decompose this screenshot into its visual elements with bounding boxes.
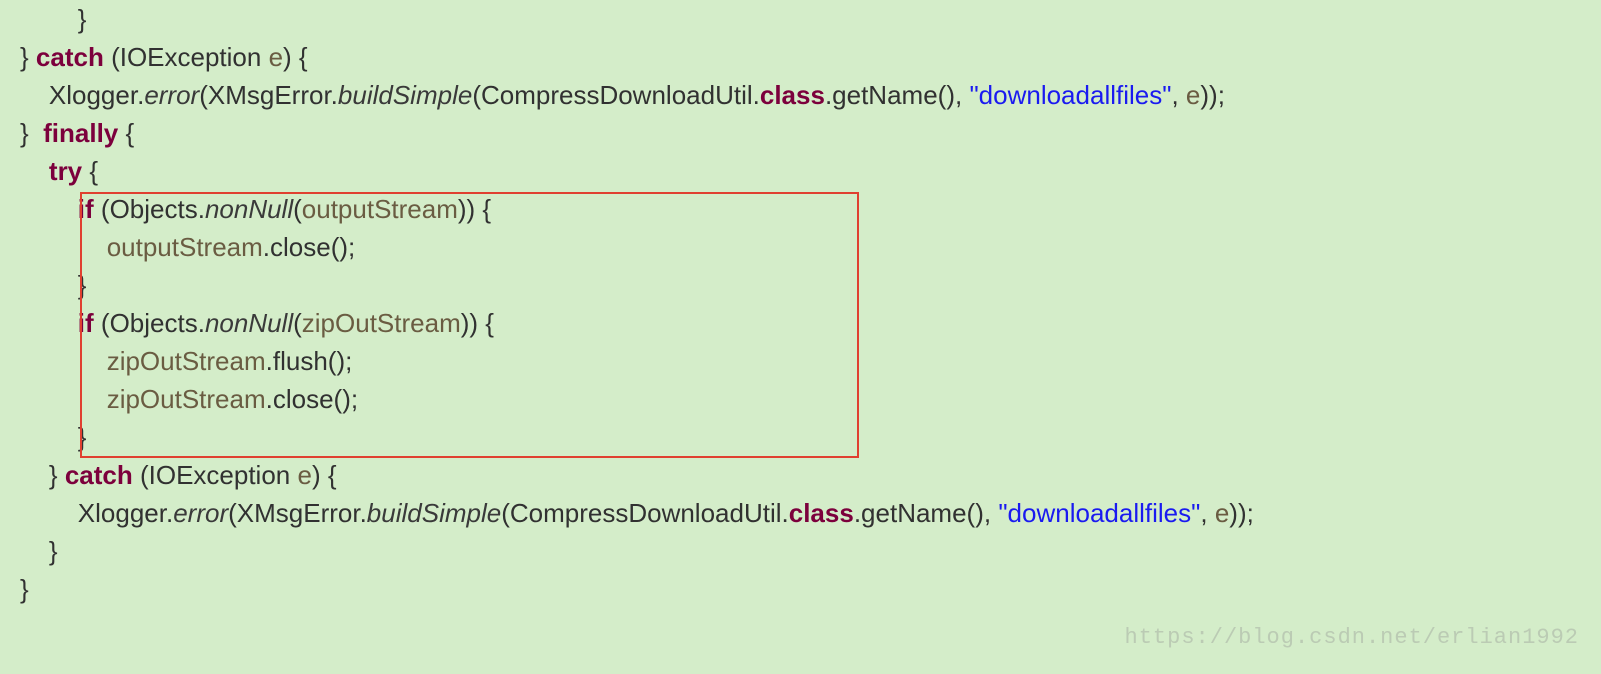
method-nonnull: nonNull (205, 308, 293, 338)
code-line: } (0, 0, 1601, 38)
keyword-if: if (78, 194, 94, 224)
code-text: Xlogger. (20, 498, 173, 528)
code-text: } (20, 4, 86, 34)
code-text: ( (293, 194, 302, 224)
code-line: } catch (IOException e) { (0, 456, 1601, 494)
method-buildsimple: buildSimple (338, 80, 472, 110)
code-text: } (20, 574, 29, 604)
local-var: e (1186, 80, 1200, 110)
code-text: ) { (283, 42, 308, 72)
code-text: } (20, 118, 43, 148)
code-text (20, 156, 49, 186)
code-text: .getName(), (825, 80, 970, 110)
code-line: } (0, 266, 1601, 304)
code-text (20, 346, 107, 376)
code-text: ) { (312, 460, 337, 490)
code-snippet-container: } } catch (IOException e) { Xlogger.erro… (0, 0, 1601, 674)
code-text: { (82, 156, 98, 186)
keyword-catch: catch (65, 460, 133, 490)
code-line: if (Objects.nonNull(outputStream)) { (0, 190, 1601, 228)
code-text: (IOException (133, 460, 298, 490)
code-text: , (1171, 80, 1185, 110)
code-text: (CompressDownloadUtil. (501, 498, 789, 528)
code-line: } catch (IOException e) { (0, 38, 1601, 76)
keyword-if: if (78, 308, 94, 338)
local-var: e (1215, 498, 1229, 528)
code-line: Xlogger.error(XMsgError.buildSimple(Comp… (0, 76, 1601, 114)
keyword-catch: catch (36, 42, 104, 72)
code-text: , (1200, 498, 1214, 528)
code-text: )) { (458, 194, 491, 224)
code-text: (Objects. (94, 194, 205, 224)
code-text: } (20, 42, 36, 72)
code-text: Xlogger. (20, 80, 144, 110)
method-nonnull: nonNull (205, 194, 293, 224)
code-line: } (0, 532, 1601, 570)
code-line: outputStream.close(); (0, 228, 1601, 266)
code-text: .flush(); (266, 346, 353, 376)
local-var-zipoutstream: zipOutStream (107, 384, 266, 414)
local-var-outputstream: outputStream (107, 232, 263, 262)
code-text: )); (1229, 498, 1254, 528)
code-text (20, 232, 107, 262)
keyword-finally: finally (43, 118, 118, 148)
local-var-outputstream: outputStream (302, 194, 458, 224)
code-line: if (Objects.nonNull(zipOutStream)) { (0, 304, 1601, 342)
keyword-class: class (789, 498, 854, 528)
code-text: (Objects. (94, 308, 205, 338)
code-text (20, 308, 78, 338)
code-text (20, 194, 78, 224)
string-literal: "downloadallfiles" (998, 498, 1200, 528)
method-error: error (144, 80, 199, 110)
code-text: } (20, 422, 86, 452)
local-var-zipoutstream: zipOutStream (302, 308, 461, 338)
code-text: (CompressDownloadUtil. (472, 80, 760, 110)
code-text: } (20, 536, 58, 566)
code-text: (XMsgError. (228, 498, 367, 528)
watermark-text: https://blog.csdn.net/erlian1992 (1125, 625, 1579, 650)
code-text: .close(); (266, 384, 358, 414)
code-line: try { (0, 152, 1601, 190)
method-error: error (173, 498, 228, 528)
code-text: .getName(), (854, 498, 999, 528)
code-line: } finally { (0, 114, 1601, 152)
code-text: ( (293, 308, 302, 338)
local-var: e (297, 460, 311, 490)
code-text: } (20, 460, 65, 490)
code-text: )) { (461, 308, 494, 338)
code-text: (IOException (104, 42, 269, 72)
code-text (20, 384, 107, 414)
code-text: } (20, 270, 86, 300)
code-text: .close(); (263, 232, 355, 262)
code-line: zipOutStream.close(); (0, 380, 1601, 418)
code-line: } (0, 570, 1601, 608)
local-var-zipoutstream: zipOutStream (107, 346, 266, 376)
string-literal: "downloadallfiles" (969, 80, 1171, 110)
code-line: } (0, 418, 1601, 456)
keyword-try: try (49, 156, 82, 186)
local-var: e (269, 42, 283, 72)
code-line: Xlogger.error(XMsgError.buildSimple(Comp… (0, 494, 1601, 532)
keyword-class: class (760, 80, 825, 110)
code-text: (XMsgError. (199, 80, 338, 110)
code-text: { (118, 118, 134, 148)
code-text: )); (1200, 80, 1225, 110)
method-buildsimple: buildSimple (367, 498, 501, 528)
code-line: zipOutStream.flush(); (0, 342, 1601, 380)
